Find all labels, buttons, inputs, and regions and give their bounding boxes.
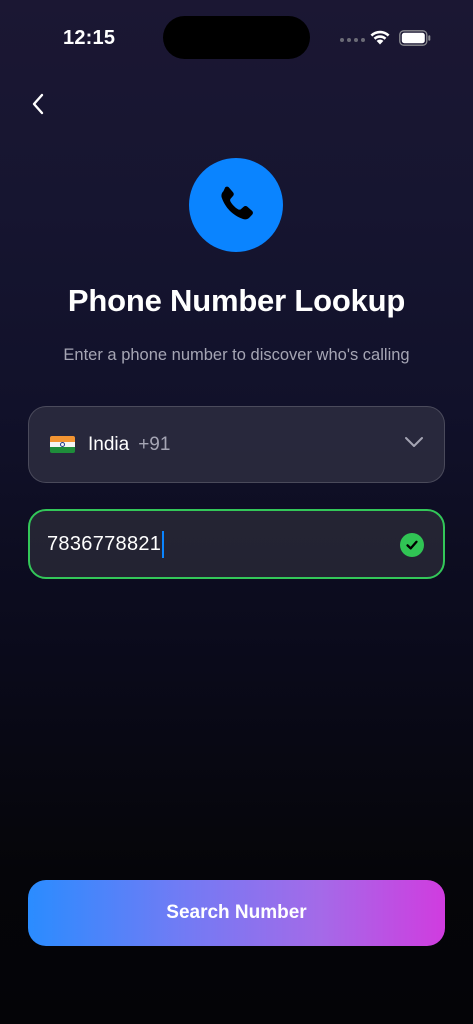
- page-subtitle: Enter a phone number to discover who's c…: [63, 346, 410, 364]
- phone-icon: [221, 186, 253, 220]
- page-title: Phone Number Lookup: [67, 283, 406, 318]
- wifi-icon: [370, 30, 390, 45]
- country-name: India: [88, 433, 130, 455]
- phone-badge: [189, 158, 283, 252]
- india-flag-icon: [50, 436, 75, 453]
- dynamic-island: [163, 16, 310, 59]
- cellular-signal-icon: [340, 38, 365, 42]
- text-caret: [162, 530, 165, 558]
- chevron-left-icon: [32, 93, 44, 115]
- phone-number-value: 7836778821: [47, 532, 162, 555]
- status-bar: 12:15: [0, 0, 473, 76]
- search-number-button[interactable]: Search Number: [28, 880, 445, 946]
- check-circle-icon: [400, 533, 424, 557]
- phone-number-input[interactable]: 7836778821: [28, 509, 445, 579]
- chevron-down-icon: [405, 437, 423, 447]
- dial-code: +91: [138, 433, 171, 455]
- back-button[interactable]: [20, 86, 56, 122]
- battery-icon: [399, 30, 431, 46]
- status-time: 12:15: [63, 27, 116, 49]
- country-select[interactable]: India +91: [28, 406, 445, 483]
